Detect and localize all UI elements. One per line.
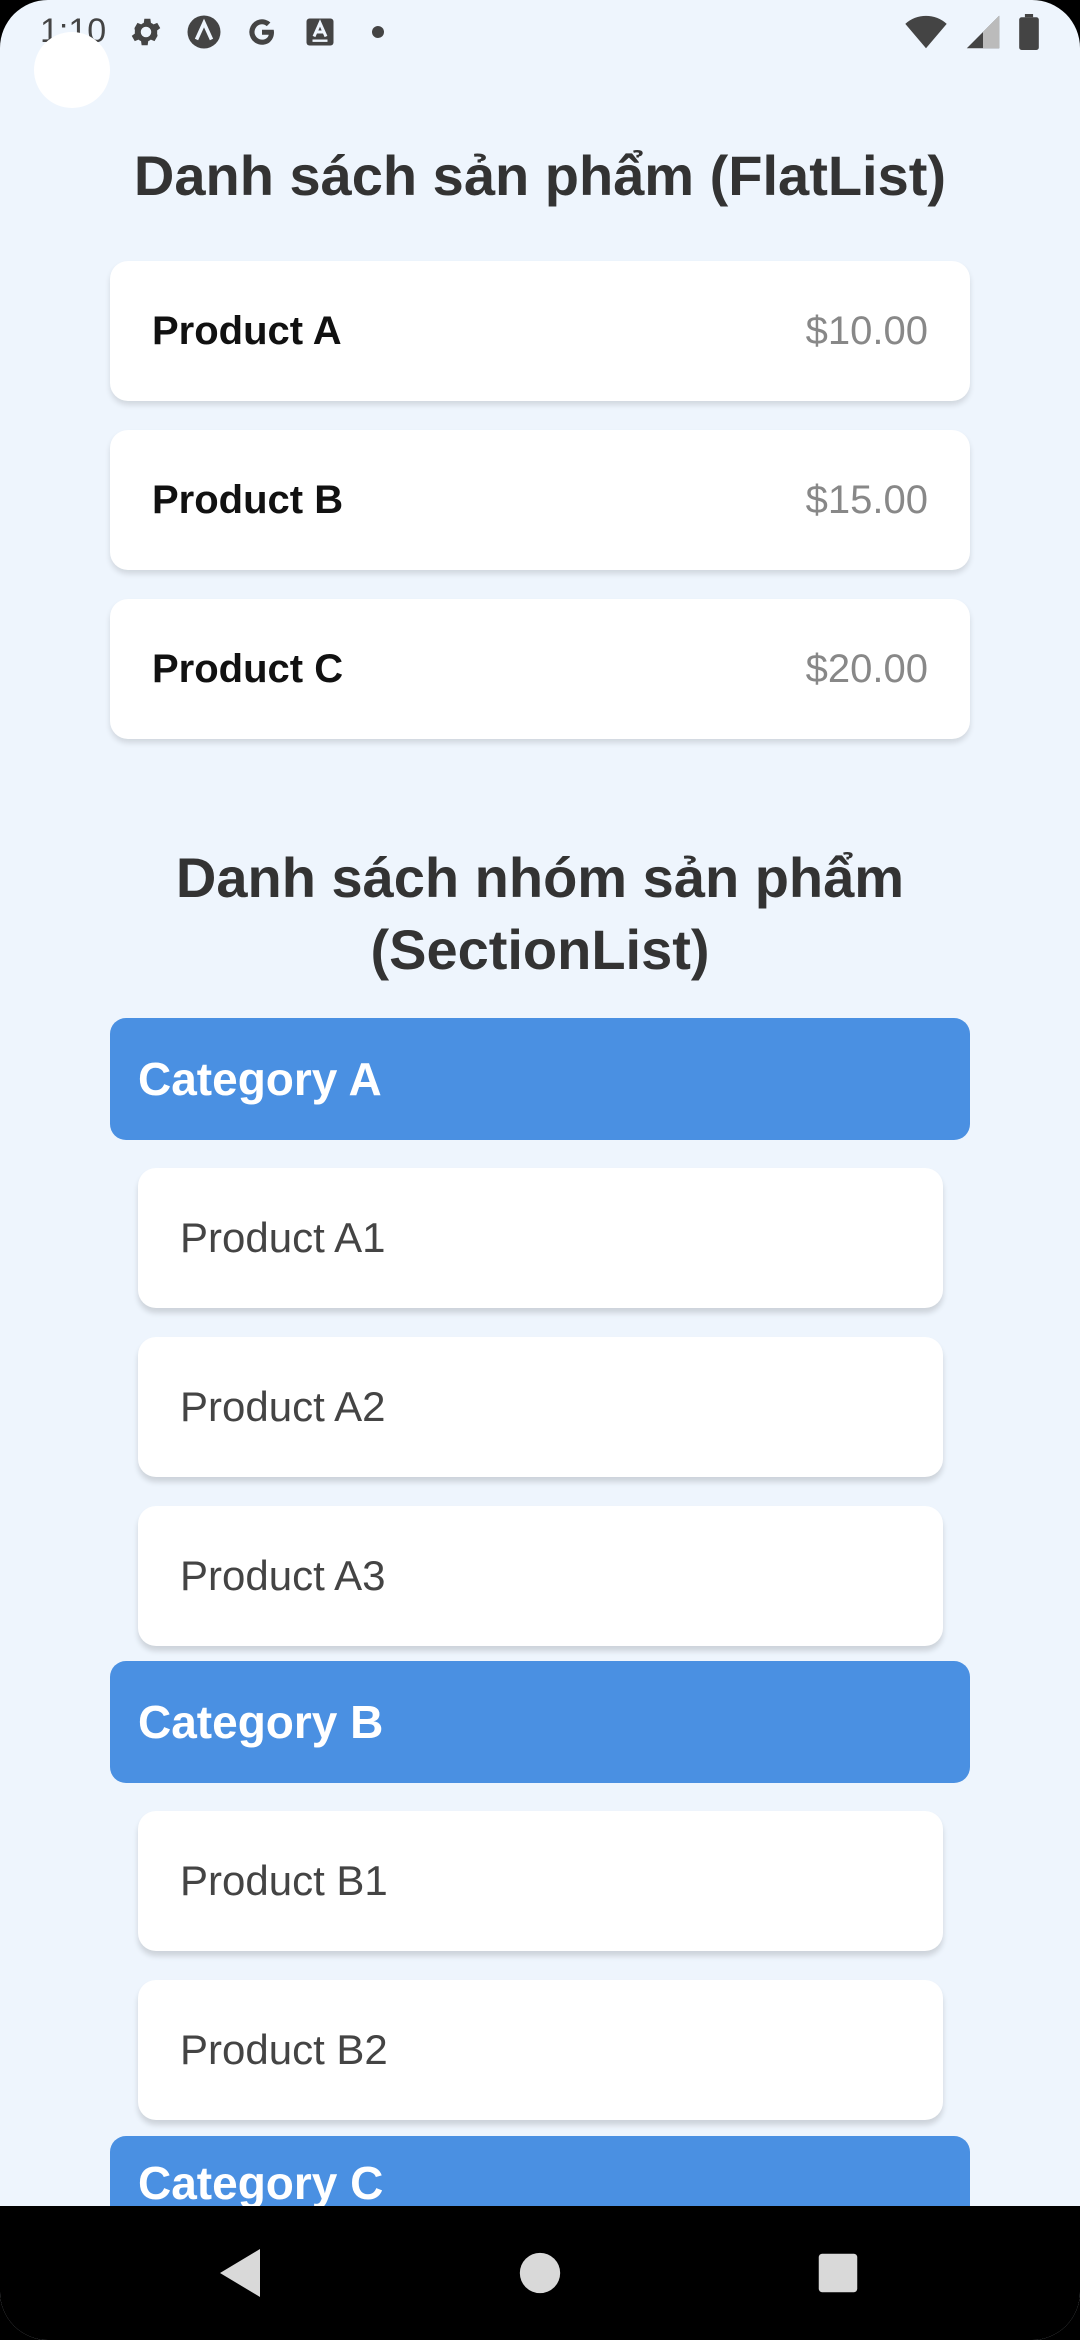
list-item-a3[interactable]: Product A3 <box>138 1506 943 1646</box>
recents-button[interactable] <box>803 2238 873 2308</box>
wifi-icon <box>905 15 947 49</box>
sectionlist-title: Danh sách nhóm sản phẩm (SectionList) <box>175 846 905 981</box>
back-button[interactable] <box>205 2238 275 2308</box>
recents-icon <box>818 2253 858 2293</box>
product-name: Product B <box>152 477 344 522</box>
product-price: $15.00 <box>805 477 928 522</box>
list-item-label: Product A1 <box>180 1214 386 1261</box>
product-price: $20.00 <box>805 646 928 691</box>
signal-icon <box>966 15 1000 49</box>
google-icon <box>249 18 275 45</box>
product-card-a[interactable]: Product A $10.00 <box>110 261 970 401</box>
status-right <box>904 14 1040 50</box>
list-item-a1[interactable]: Product A1 <box>138 1168 943 1308</box>
gear-icon <box>131 18 161 45</box>
category-label: Category B <box>138 1696 384 1748</box>
list-item-b1[interactable]: Product B1 <box>138 1811 943 1951</box>
list-item-label: Product A2 <box>180 1383 386 1430</box>
a-logo-icon <box>187 15 221 48</box>
home-icon <box>519 2252 561 2294</box>
keyboard-icon <box>306 18 334 45</box>
dot-icon <box>372 25 385 38</box>
home-button[interactable] <box>505 2238 575 2308</box>
camera-cutout <box>34 32 110 108</box>
app-screen: 1:10 Danh sách sản phẩm (FlatList) Produ… <box>0 0 1080 2340</box>
product-price: $10.00 <box>805 308 928 353</box>
list-item-b2[interactable]: Product B2 <box>138 1980 943 2120</box>
product-card-c[interactable]: Product C $20.00 <box>110 599 970 739</box>
list-item-label: Product B2 <box>180 2026 388 2073</box>
product-name: Product C <box>152 646 344 691</box>
category-header-a: Category A <box>110 1018 970 1140</box>
product-name: Product A <box>152 308 342 353</box>
navigation-bar <box>0 2206 1080 2340</box>
list-item-a2[interactable]: Product A2 <box>138 1337 943 1477</box>
category-label: Category A <box>138 1053 382 1105</box>
back-icon <box>220 2249 260 2297</box>
battery-icon <box>1019 14 1039 50</box>
status-bar: 1:10 <box>0 0 1080 108</box>
category-label: Category C <box>138 2157 384 2209</box>
product-card-b[interactable]: Product B $15.00 <box>110 430 970 570</box>
category-header-b: Category B <box>110 1661 970 1783</box>
flatlist-title: Danh sách sản phẩm (FlatList) <box>133 144 947 207</box>
list-item-label: Product B1 <box>180 1857 388 1904</box>
list-item-label: Product A3 <box>180 1552 386 1599</box>
